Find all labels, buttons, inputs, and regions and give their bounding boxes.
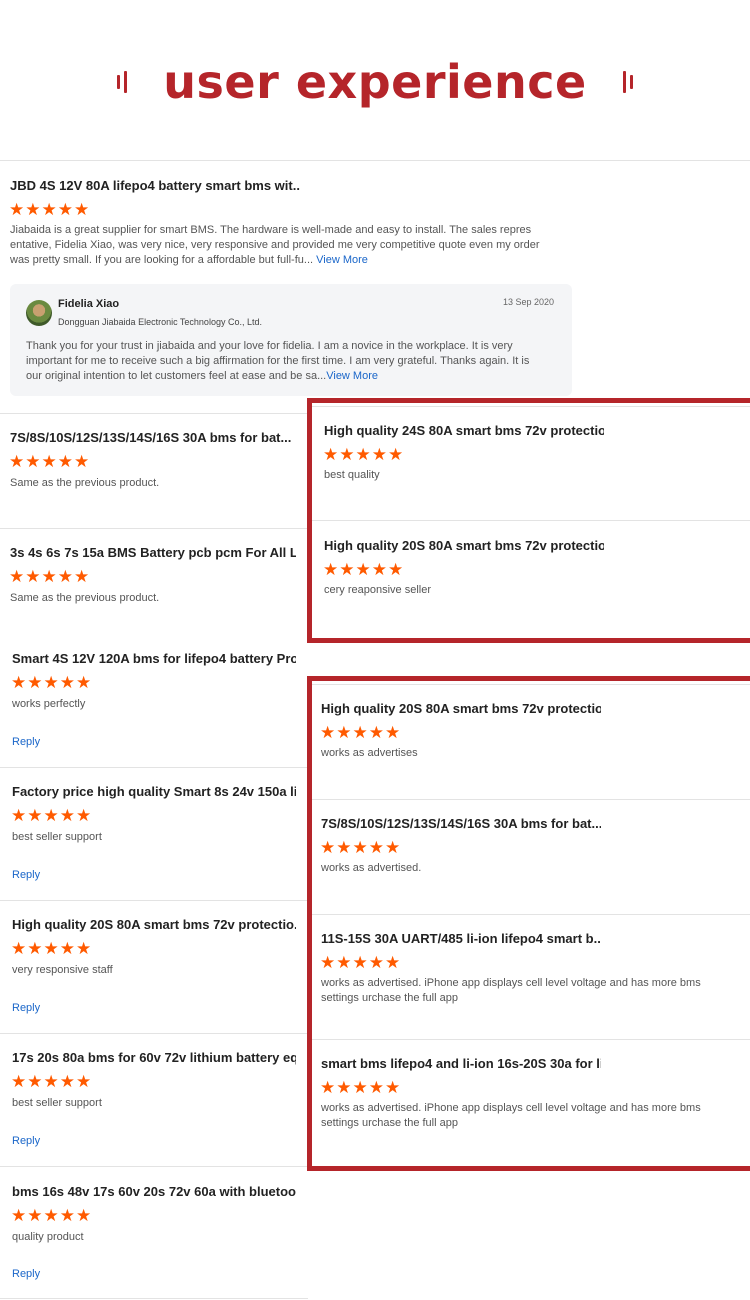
review-text: best seller support [12, 831, 102, 843]
product-title-link[interactable]: High quality 20S 80A smart bms 72v prote… [12, 917, 296, 932]
review-text: very responsive staff [12, 964, 113, 976]
product-title-link[interactable]: 7S/8S/10S/12S/13S/14S/16S 30A bms for ba… [321, 816, 601, 831]
divider [0, 1166, 308, 1167]
reply-date: 13 Sep 2020 [503, 297, 555, 307]
left-bars-decoration [115, 71, 129, 93]
divider [0, 413, 308, 414]
review-text: works as advertised. iPhone app displays… [321, 1102, 701, 1129]
divider [0, 900, 308, 901]
star-rating: ★★★★★ [9, 452, 91, 471]
product-title-link[interactable]: smart bms lifepo4 and li-ion 16s-20S 30a… [321, 1056, 601, 1071]
star-rating: ★★★★★ [11, 1072, 93, 1091]
page-title: user experience [163, 55, 587, 109]
view-more-link[interactable]: View More [316, 254, 368, 266]
divider [312, 684, 750, 685]
star-rating: ★★★★★ [11, 673, 93, 692]
divider [0, 767, 308, 768]
review-text: quality product [12, 1231, 84, 1243]
reply-link[interactable]: Reply [12, 1135, 40, 1147]
star-rating: ★★★★★ [320, 953, 402, 972]
review-text: Same as the previous product. [10, 592, 160, 604]
view-more-link[interactable]: View More [326, 370, 378, 382]
review-text: works as advertised. iPhone app displays… [321, 977, 701, 1004]
divider [0, 1298, 308, 1299]
product-title-link[interactable]: 17s 20s 80a bms for 60v 72v lithium batt… [12, 1050, 296, 1065]
product-title-link[interactable]: JBD 4S 12V 80A lifepo4 battery smart bms… [10, 178, 300, 193]
section-heading: user experience [0, 55, 750, 109]
review-text: works as advertised. [321, 862, 422, 874]
product-title-link[interactable]: High quality 20S 80A smart bms 72v prote… [321, 701, 601, 716]
review-text: works as advertises [321, 747, 418, 759]
review-text: cery reaponsive seller [324, 584, 431, 596]
review-text: Same as the previous product. [10, 477, 160, 489]
reply-author: Fidelia Xiao [58, 298, 120, 310]
divider [0, 528, 308, 529]
product-title-link[interactable]: Smart 4S 12V 120A bms for lifepo4 batter… [12, 651, 296, 666]
product-title-link[interactable]: 3s 4s 6s 7s 15a BMS Battery pcb pcm For … [10, 545, 296, 560]
review-text: works perfectly [12, 698, 86, 710]
reply-text: Thank you for your trust in jiabaida and… [26, 339, 536, 384]
star-rating: ★★★★★ [11, 806, 93, 825]
product-title-link[interactable]: 11S-15S 30A UART/485 li-ion lifepo4 smar… [321, 931, 601, 946]
divider [0, 1033, 308, 1034]
star-rating: ★★★★★ [320, 723, 402, 742]
divider [312, 406, 750, 407]
divider [312, 799, 750, 800]
review-text: Jiabaida is a great supplier for smart B… [10, 223, 550, 268]
reply-company: Dongguan Jiabaida Electronic Technology … [58, 317, 262, 327]
product-title-link[interactable]: 7S/8S/10S/12S/13S/14S/16S 30A bms for ba… [10, 430, 296, 445]
reply-link[interactable]: Reply [12, 869, 40, 881]
product-title-link[interactable]: High quality 24S 80A smart bms 72v prote… [324, 423, 604, 438]
reply-link[interactable]: Reply [12, 1268, 40, 1280]
divider [312, 914, 750, 915]
review-text: best quality [324, 469, 380, 481]
star-rating: ★★★★★ [11, 939, 93, 958]
star-rating: ★★★★★ [320, 838, 402, 857]
divider [312, 1039, 750, 1040]
product-title-link[interactable]: Factory price high quality Smart 8s 24v … [12, 784, 296, 799]
reply-body: Thank you for your trust in jiabaida and… [26, 340, 530, 382]
divider [312, 520, 750, 521]
review-text: best seller support [12, 1097, 102, 1109]
star-rating: ★★★★★ [9, 200, 91, 219]
product-title-link[interactable]: bms 16s 48v 17s 60v 20s 72v 60a with blu… [12, 1184, 296, 1199]
review-body: Jiabaida is a great supplier for smart B… [10, 224, 540, 266]
star-rating: ★★★★★ [320, 1078, 402, 1097]
product-title-link[interactable]: High quality 20S 80A smart bms 72v prote… [324, 538, 604, 553]
right-bars-decoration [621, 71, 635, 93]
star-rating: ★★★★★ [9, 567, 91, 586]
reply-link[interactable]: Reply [12, 736, 40, 748]
star-rating: ★★★★★ [323, 560, 405, 579]
avatar [26, 300, 52, 326]
reply-link[interactable]: Reply [12, 1002, 40, 1014]
seller-reply: Fidelia Xiao Dongguan Jiabaida Electroni… [10, 284, 572, 396]
divider [0, 160, 750, 161]
star-rating: ★★★★★ [323, 445, 405, 464]
star-rating: ★★★★★ [11, 1206, 93, 1225]
